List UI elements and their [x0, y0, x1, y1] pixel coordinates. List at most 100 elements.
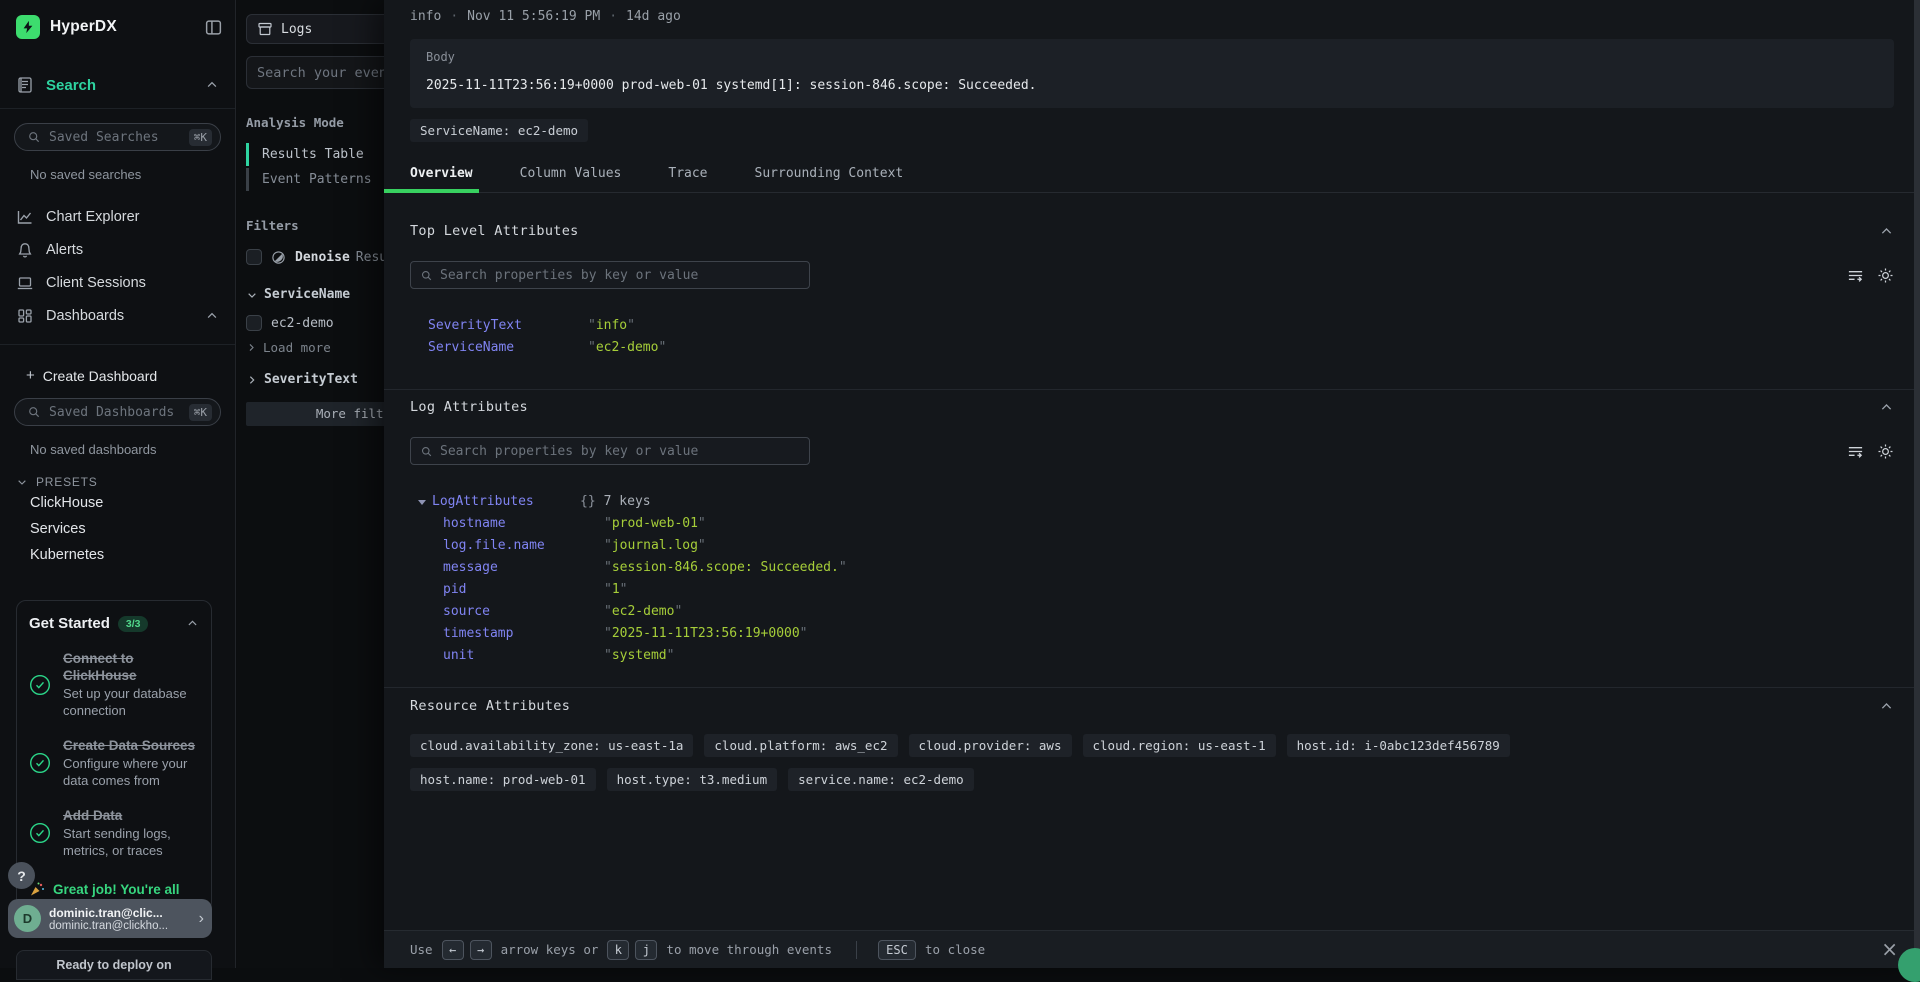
saved-dashboards-input-wrap: ⌘K [14, 398, 221, 426]
resource-chip[interactable]: cloud.availability_zone: us-east-1a [410, 734, 693, 757]
wrap-lines-icon[interactable] [1847, 267, 1864, 284]
preset-services[interactable]: Services [30, 517, 235, 541]
saved-dashboards-input[interactable] [49, 405, 189, 420]
tab-overview[interactable]: Overview [410, 157, 473, 193]
saved-searches-input[interactable] [49, 130, 189, 145]
attribute-row[interactable]: SeverityText info [410, 315, 1894, 337]
attribute-row[interactable]: log.file.name journal.log [410, 535, 1894, 557]
service-name-tag[interactable]: ServiceName: ec2-demo [410, 119, 588, 142]
denoise-checkbox[interactable] [246, 249, 262, 265]
plus-icon: + [26, 367, 35, 384]
sidebar-item-client-sessions[interactable]: Client Sessions [0, 266, 235, 299]
body-label: Body [426, 50, 1878, 64]
tree-root-row[interactable]: LogAttributes {} 7 keys [410, 491, 1894, 513]
attribute-row[interactable]: pid 1 [410, 579, 1894, 601]
resource-chip[interactable]: cloud.platform: aws_ec2 [704, 734, 897, 757]
nav-label: Alerts [46, 242, 83, 258]
property-search-input[interactable] [440, 268, 800, 283]
sidebar-item-dashboards[interactable]: Dashboards [0, 299, 235, 332]
sidebar-collapse-icon[interactable] [204, 18, 223, 37]
close-icon[interactable]: × [1881, 937, 1898, 961]
chevron-up-icon[interactable] [1879, 699, 1894, 714]
user-email: dominic.tran@clickho... [49, 920, 189, 932]
get-started-item[interactable]: Connect to ClickHouse Set up your databa… [29, 650, 199, 719]
get-started-title: Get Started [29, 615, 110, 632]
body-text: 2025-11-11T23:56:19+0000 prod-web-01 sys… [426, 78, 1878, 93]
preset-kubernetes[interactable]: Kubernetes [30, 543, 235, 567]
gear-icon[interactable] [1877, 443, 1894, 460]
attribute-value: 1 [604, 579, 627, 601]
search-icon [27, 405, 41, 419]
presets-toggle[interactable]: PRESETS [16, 475, 235, 489]
footer-separator [856, 941, 857, 959]
section-divider [384, 687, 1920, 688]
attribute-row[interactable]: source ec2-demo [410, 601, 1894, 623]
severity-badge: info [410, 9, 441, 24]
chevron-up-icon[interactable] [1879, 400, 1894, 415]
log-attributes-tree: LogAttributes {} 7 keys hostname prod-we… [410, 491, 1894, 667]
resource-chip[interactable]: cloud.provider: aws [909, 734, 1072, 757]
sidebar-item-chart-explorer[interactable]: Chart Explorer [0, 200, 235, 233]
resource-chip[interactable]: cloud.region: us-east-1 [1083, 734, 1276, 757]
resource-chip[interactable]: host.id: i-0abc123def456789 [1287, 734, 1510, 757]
get-started-item[interactable]: Create Data Sources Configure where your… [29, 737, 199, 789]
chevron-down-icon [246, 289, 258, 301]
avatar: D [14, 905, 41, 932]
get-started-progress-badge: 3/3 [118, 616, 149, 632]
tab-column-values[interactable]: Column Values [520, 157, 622, 193]
event-header: info · Nov 11 5:56:19 PM · 14d ago [410, 0, 1894, 24]
get-started-item-subtitle: Start sending logs, metrics, or traces [63, 825, 199, 859]
caret-down-icon[interactable] [418, 500, 426, 505]
kbd-esc: ESC [878, 940, 916, 960]
archive-box-icon [257, 21, 273, 37]
sidebar-item-search[interactable]: Search [0, 76, 235, 109]
user-account-card[interactable]: D dominic.tran@clic... dominic.tran@clic… [8, 899, 212, 938]
filter-group-label: ServiceName [264, 287, 350, 302]
attribute-value: info [588, 315, 635, 337]
deploy-banner[interactable]: Ready to deploy on [16, 950, 212, 980]
filter-value-checkbox[interactable] [246, 315, 262, 331]
create-dashboard-button[interactable]: + Create Dashboard [26, 367, 235, 384]
resource-chip[interactable]: service.name: ec2-demo [788, 768, 974, 791]
presets-label: PRESETS [36, 475, 98, 489]
attribute-row[interactable]: message session-846.scope: Succeeded. [410, 557, 1894, 579]
congrats-row: Great job! You're all [29, 881, 199, 897]
tab-surrounding-context[interactable]: Surrounding Context [755, 157, 904, 193]
chevron-up-icon[interactable] [1879, 224, 1894, 239]
chevron-up-icon[interactable] [186, 617, 199, 630]
get-started-item[interactable]: Add Data Start sending logs, metrics, or… [29, 807, 199, 859]
chat-bubble-corner[interactable] [1898, 948, 1920, 982]
journal-icon [16, 76, 34, 94]
search-icon [420, 269, 433, 282]
scrollbar[interactable] [1914, 0, 1920, 968]
wrap-lines-icon[interactable] [1847, 443, 1864, 460]
gear-icon[interactable] [1877, 267, 1894, 284]
get-started-item-title: Create Data Sources [63, 737, 199, 754]
attribute-row[interactable]: hostname prod-web-01 [410, 513, 1894, 535]
attribute-row[interactable]: unit systemd [410, 645, 1894, 667]
nav-label: Dashboards [46, 308, 124, 324]
resource-chip[interactable]: host.type: t3.medium [607, 768, 778, 791]
help-button[interactable]: ? [8, 862, 35, 889]
check-circle-icon [29, 822, 51, 844]
user-name: dominic.tran@clic... [49, 906, 189, 920]
property-search-input[interactable] [440, 444, 800, 459]
attribute-key: unit [443, 645, 604, 667]
top-level-toolbar [410, 261, 1894, 289]
attribute-row[interactable]: timestamp 2025-11-11T23:56:19+0000 [410, 623, 1894, 645]
preset-clickhouse[interactable]: ClickHouse [30, 491, 235, 515]
dot-separator: · [609, 9, 617, 24]
attribute-value: ec2-demo [604, 601, 682, 623]
nav-label: Chart Explorer [46, 209, 139, 225]
hint-text: Use [410, 942, 433, 957]
attribute-value: prod-web-01 [604, 513, 706, 535]
logo-row: HyperDX [16, 14, 223, 40]
get-started-header[interactable]: Get Started 3/3 [29, 615, 199, 632]
chevron-up-icon[interactable] [205, 309, 219, 323]
attribute-row[interactable]: ServiceName ec2-demo [410, 337, 1894, 359]
chevron-up-icon[interactable] [205, 78, 219, 92]
tree-key-count: 7 keys [604, 491, 651, 513]
resource-chip[interactable]: host.name: prod-web-01 [410, 768, 596, 791]
sidebar-item-alerts[interactable]: Alerts [0, 233, 235, 266]
tab-trace[interactable]: Trace [668, 157, 707, 193]
